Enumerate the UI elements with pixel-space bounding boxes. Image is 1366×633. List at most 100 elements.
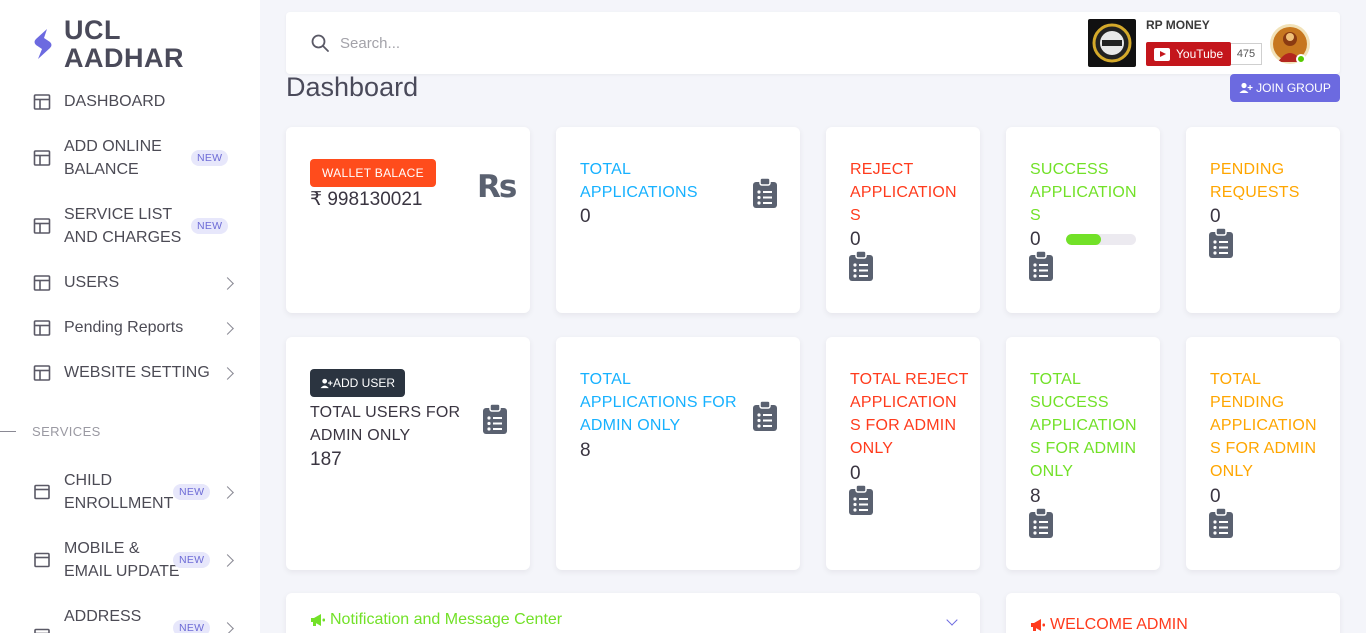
card-value: 187 <box>310 449 342 470</box>
clipboard-list-icon <box>849 485 873 515</box>
sidebar-item-add-online-balance[interactable]: ADD ONLINE BALANCE NEW <box>30 135 240 181</box>
card-label-line: TOTAL REJECT <box>850 371 969 388</box>
sidebar-item-label: ADDRESS <box>64 608 142 625</box>
sidebar-item-users[interactable]: USERS <box>30 271 240 294</box>
card-label: PENDING REQUESTS <box>1210 158 1300 204</box>
card-value: 8 <box>1030 486 1041 507</box>
chevron-right-icon <box>221 367 234 380</box>
sidebar-item-label: USERS <box>64 274 120 291</box>
card-value: 0 <box>850 463 861 484</box>
chevron-down-icon[interactable] <box>946 614 958 626</box>
subscriber-count: 475 <box>1231 43 1262 65</box>
welcome-title-text: WELCOME ADMIN <box>1050 616 1188 633</box>
card-label: TOTAL APPLICATIONS FOR ADMIN ONLY <box>580 368 737 437</box>
sidebar-item-pending-reports[interactable]: Pending Reports <box>30 316 240 339</box>
clipboard-list-icon <box>1029 251 1053 281</box>
clipboard-list-icon <box>753 178 777 208</box>
welcome-admin-panel: WELCOME ADMIN <box>1006 593 1340 633</box>
notification-center-title: Notification and Message Center <box>310 611 562 629</box>
card-label-line: TOTAL <box>580 161 632 178</box>
card-label: REJECT APPLICATION S <box>850 158 957 227</box>
card-label: TOTAL APPLICATIONS <box>580 158 698 204</box>
welcome-admin-title: WELCOME ADMIN <box>1030 616 1188 633</box>
clipboard-list-icon <box>1209 508 1233 538</box>
card-label-line: ONLY <box>1030 463 1074 480</box>
sidebar-item-label: WEBSITE SETTING <box>64 364 210 381</box>
card-label: TOTAL PENDING APPLICATION S FOR ADMIN ON… <box>1210 368 1317 483</box>
clipboard-list-icon <box>753 401 777 431</box>
join-group-button[interactable]: JOIN GROUP <box>1230 74 1340 102</box>
chevron-right-icon <box>221 486 234 499</box>
wallet-balance-value: ₹ 998130021 <box>310 189 423 210</box>
sidebar-item-label: ENROLLMENT <box>64 495 174 512</box>
pending-requests-card: PENDING REQUESTS 0 <box>1186 127 1340 313</box>
bullhorn-icon <box>1031 619 1045 631</box>
search-icon[interactable] <box>310 33 330 53</box>
card-label-line: PENDING <box>1210 394 1285 411</box>
youtube-subscribe-button[interactable]: YouTube <box>1146 42 1231 66</box>
sidebar-item-label: SERVICE LIST <box>64 206 173 223</box>
card-label-line: APPLICATIONS FOR <box>580 394 737 411</box>
sidebar-item-label: BALANCE <box>64 161 139 178</box>
total-reject-admin-card: TOTAL REJECT APPLICATION S FOR ADMIN ONL… <box>826 337 980 570</box>
card-label-line: S FOR ADMIN <box>1030 440 1137 457</box>
add-user-label: ADD USER <box>333 376 396 390</box>
section-divider <box>0 431 16 432</box>
total-users-card: ADD USER TOTAL USERS FOR ADMIN ONLY 187 <box>286 337 530 570</box>
chevron-right-icon <box>221 554 234 567</box>
join-group-label: JOIN GROUP <box>1256 81 1331 95</box>
reject-applications-card: REJECT APPLICATION S 0 <box>826 127 980 313</box>
brand[interactable]: UCL AADHAR <box>30 16 184 72</box>
youtube-label: YouTube <box>1176 47 1224 61</box>
card-label: TOTAL REJECT APPLICATION S FOR ADMIN ONL… <box>850 368 969 460</box>
youtube-icon <box>1154 47 1170 61</box>
new-badge: NEW <box>173 552 211 568</box>
success-applications-card: SUCCESS APPLICATION S 0 <box>1006 127 1160 313</box>
total-pending-admin-card: TOTAL PENDING APPLICATION S FOR ADMIN ON… <box>1186 337 1340 570</box>
card-label-line: APPLICATIONS <box>580 184 698 201</box>
sidebar-item-label: DASHBOARD <box>64 93 166 110</box>
add-user-button[interactable]: ADD USER <box>310 369 406 397</box>
layout-icon <box>33 93 51 110</box>
card-value: 0 <box>1030 229 1041 250</box>
card-label-line: ONLY <box>850 440 894 457</box>
card-label-line: TOTAL <box>580 371 632 388</box>
section-title-services: SERVICES <box>32 424 101 439</box>
sidebar-item-service-list[interactable]: SERVICE LIST AND CHARGES NEW <box>30 203 240 249</box>
rupee-icon: Rs <box>477 169 517 205</box>
card-label-line: TOTAL <box>1030 371 1082 388</box>
sidebar-item-website-setting[interactable]: WEBSITE SETTING <box>30 361 240 384</box>
bullhorn-icon <box>311 614 325 626</box>
chevron-right-icon <box>221 622 234 633</box>
sidebar-item-mobile-email-update[interactable]: MOBILE & EMAIL UPDATE NEW <box>30 537 240 583</box>
sidebar-item-label: MOBILE & <box>64 540 140 557</box>
card-value: 0 <box>1210 486 1221 507</box>
card-label: TOTAL USERS FOR ADMIN ONLY <box>310 401 460 447</box>
sidebar-item-dashboard[interactable]: DASHBOARD <box>30 90 240 113</box>
layout-icon <box>33 218 51 234</box>
card-label-line: S <box>1030 207 1041 224</box>
window-icon <box>34 552 50 568</box>
search-input[interactable] <box>340 30 640 56</box>
channel-avatar[interactable] <box>1088 19 1136 67</box>
card-label-line: APPLICATION <box>850 394 957 411</box>
success-progress-bar <box>1066 234 1136 245</box>
online-status-dot <box>1296 54 1306 64</box>
sidebar-item-label: ADD ONLINE <box>64 138 162 155</box>
sidebar-item-address[interactable]: ADDRESS NEW <box>30 605 240 633</box>
card-label-line: REQUESTS <box>1210 184 1300 201</box>
card-label-line: APPLICATION <box>1030 417 1137 434</box>
card-label: TOTAL SUCCESS APPLICATION S FOR ADMIN ON… <box>1030 368 1137 483</box>
wallet-balance-badge: WALLET BALACE <box>310 159 436 187</box>
channel-name: RP MONEY <box>1146 18 1210 32</box>
card-label-line: APPLICATION <box>850 184 957 201</box>
wallet-balance-card: WALLET BALACE ₹ 998130021 Rs <box>286 127 530 313</box>
notification-title-text: Notification and Message Center <box>330 611 563 628</box>
brand-name-line1: UCL <box>64 15 121 45</box>
notification-center-panel[interactable]: Notification and Message Center <box>286 593 980 633</box>
card-label-line: REJECT <box>850 161 914 178</box>
window-icon <box>34 628 50 633</box>
sidebar-item-child-enrollment[interactable]: CHILD ENROLLMENT NEW <box>30 469 240 515</box>
card-label-line: ADMIN ONLY <box>310 427 411 444</box>
progress-fill <box>1066 234 1101 245</box>
